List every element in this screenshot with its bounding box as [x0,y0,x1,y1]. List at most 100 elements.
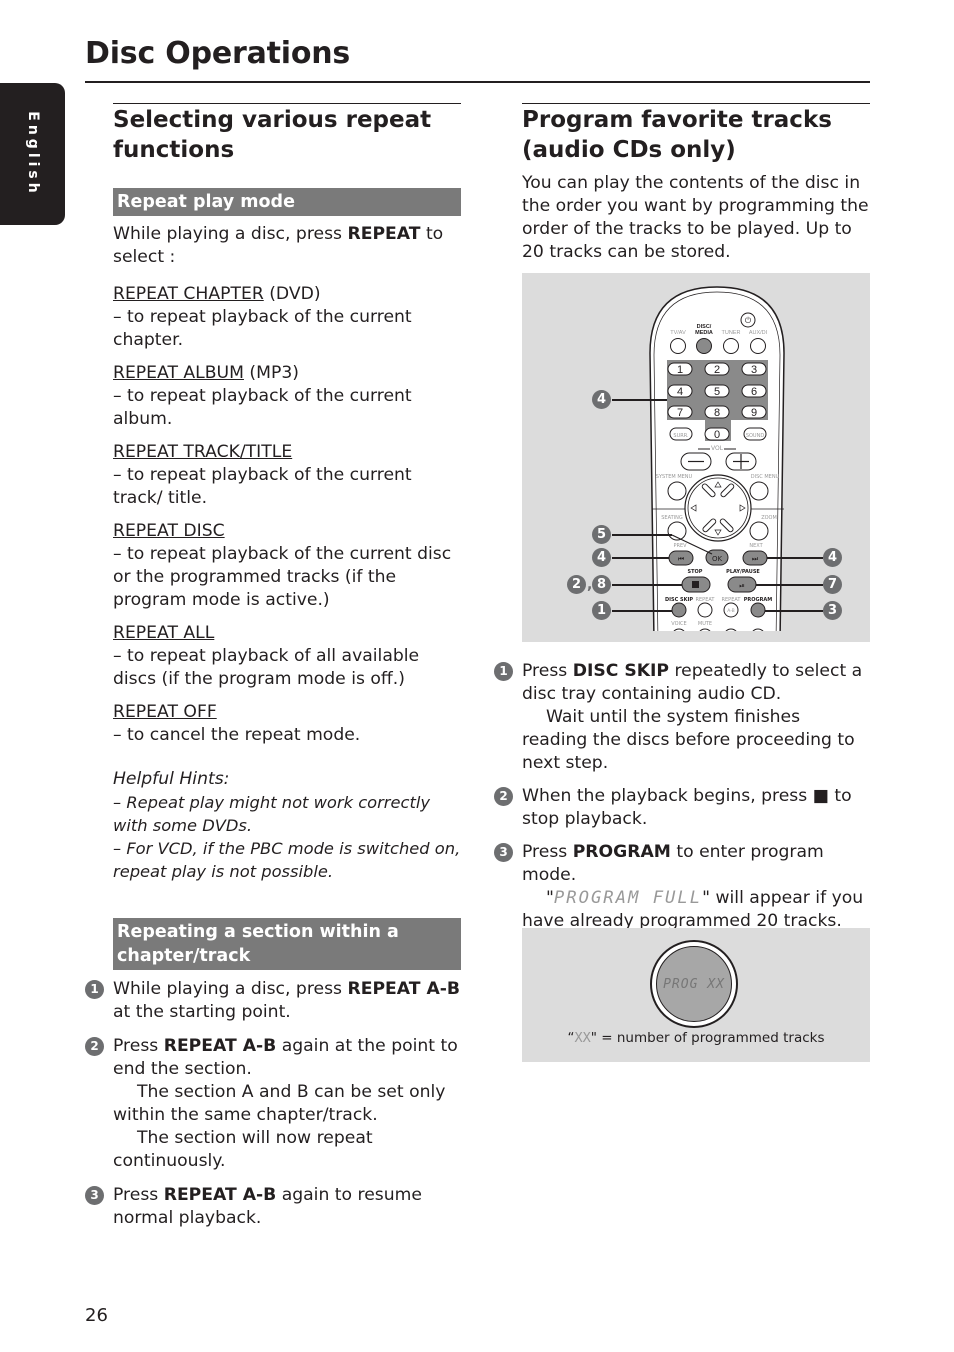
callout-badge: 4 [823,548,842,567]
step-note: Wait until the system finishes reading t… [522,707,855,773]
svg-text:MEDIA: MEDIA [695,330,713,336]
step-number-icon: 3 [85,1186,104,1205]
step-text: Press REPEAT A-B again at the point to e… [113,1036,458,1079]
step-number-icon: 3 [494,843,513,862]
label-mute: MUTE [698,621,712,627]
repeat-option-name: REPEAT DISC [113,521,225,541]
step-item: 2 Press REPEAT A-B again at the point to … [85,1035,461,1173]
language-tab-label: English [25,111,41,197]
label-aux: AUX/DI [749,330,768,336]
repeat-button [697,602,713,618]
label-tuner: TUNER [722,330,741,336]
step-note: The section will now repeat continuously… [113,1128,373,1171]
label-vol: VOL [711,445,724,452]
label-repeatab: REPEAT [722,597,742,603]
label-voice: VOICE [671,621,686,627]
callout-badge: 5 [592,525,611,544]
label-ok: OK [712,555,723,563]
section-heading-repeat: Selecting various repeat functions [113,107,432,163]
label-discskip: DISC SKIP [665,597,693,603]
tuner-button [723,338,739,354]
step-note: The section A and B can be set only with… [113,1082,446,1125]
digit-label: 8 [714,407,720,419]
repeat-option: REPEAT ALL – to repeat playback of all av… [113,622,461,691]
hint-item: – Repeat play might not work correctly w… [113,793,430,835]
label-ab: A-B [727,608,735,614]
step-item: 3 Press REPEAT A-B again to resume normal… [85,1184,461,1230]
label-prev: PREV [673,543,687,549]
svg-text:⏻: ⏻ [745,316,752,325]
program-intro: You can play the contents of the disc in… [522,173,869,262]
tv-av-button [670,338,686,354]
step-number-icon: 1 [85,980,104,999]
program-button [750,602,766,618]
section-heading-program: Program favorite tracks (audio CDs only) [522,107,832,163]
label-sysmenu: SYSTEM MENU [656,474,693,480]
label-play: PLAY/PAUSE [726,569,760,575]
display-caption: “XX" = number of programmed tracks [567,1030,825,1046]
label-sound: SOUND [746,433,765,439]
display-screen: PROG XX [656,946,732,1022]
language-tab: English [0,83,65,225]
repeat-option-desc: – to repeat playback of the current disc… [113,544,452,610]
repeat-option: REPEAT OFF – to cancel the repeat mode. [113,701,461,747]
aux-di-button [750,338,766,354]
digit-label: 4 [677,386,683,398]
repeat-option-name: REPEAT TRACK/TITLE [113,442,293,462]
label-stop: STOP [688,569,703,575]
repeat-option-name: REPEAT OFF [113,702,217,722]
step-item: 1 Press DISC SKIP repeatedly to select a … [494,660,870,775]
title-divider [85,81,870,83]
program-steps: 1 Press DISC SKIP repeatedly to select a … [494,660,870,933]
repeat-option: REPEAT DISC – to repeat playback of the c… [113,520,461,612]
step-text: Press REPEAT A-B again to resume normal … [113,1185,422,1228]
page-number: 26 [85,1305,108,1326]
svg-text:⏭: ⏭ [752,555,759,563]
subsection-bar-repeat-play-mode: Repeat play mode [113,188,461,216]
right-column: Program favorite tracks (audio CDs only)… [522,103,870,264]
page-title: Disc Operations [85,36,351,71]
repeat-option-name: REPEAT ALL [113,623,215,643]
repeat-option: REPEAT TRACK/TITLE – to repeat playback o… [113,441,461,510]
label-discmenu: DISC MENU [751,474,780,480]
step-text: Press DISC SKIP repeatedly to select a d… [522,661,863,704]
left-column: Selecting various repeat functions Repea… [85,103,461,1230]
step-item: 3 Press PROGRAM to enter program mode. "PR… [494,841,870,933]
label-seating: SEATING [661,515,683,521]
repeat-option-name: REPEAT ALBUM (MP3) [113,363,299,383]
step-text: When the playback begins, press ■ to sto… [522,786,852,829]
digit-label: 2 [714,364,720,376]
helpful-hints: Helpful Hints: – Repeat play might not w… [113,768,461,883]
step-text: Press PROGRAM to enter program mode. [522,842,824,885]
repeat-option-desc: – to repeat playback of the current trac… [113,465,412,508]
step-number-icon: 2 [494,787,513,806]
step-text: While playing a disc, press REPEAT A-B a… [113,979,460,1022]
label-surr: SURR. [673,433,689,439]
step-item: 2 When the playback begins, press ■ to st… [494,785,870,831]
label-next: NEXT [749,543,763,549]
step-item: 1 While playing a disc, press REPEAT A-B … [85,978,461,1024]
callout-badge: 8 [592,575,611,594]
label-repeat: REPEAT [696,597,716,603]
display-ring: PROG XX [650,940,738,1028]
digit-label: 5 [714,386,720,398]
repeat-option-desc: – to repeat playback of all available di… [113,646,420,689]
repeat-option-desc: – to repeat playback of the current albu… [113,386,412,429]
digit-label: 0 [714,429,720,441]
repeat-option-desc: – to repeat playback of the current chap… [113,307,412,350]
digit-label: 9 [751,407,757,419]
label-zoom: ZOOM [761,515,777,521]
digit-label: 3 [751,364,757,376]
hints-title: Helpful Hints: [113,769,230,789]
lcd-message: PROGRAM FULL [553,888,703,908]
disc-skip-button [671,602,687,618]
step-number-icon: 2 [85,1037,104,1056]
step-number-icon: 1 [494,662,513,681]
repeat-ab-steps: 1 While playing a disc, press REPEAT A-B … [85,978,461,1230]
remote-control-figure: ⏻ TV/AV DISC/ MEDIA TUNER AUX/DI 1234567… [522,273,870,642]
repeat-options-list: REPEAT CHAPTER (DVD) – to repeat playback… [113,283,461,747]
callout-badge: 4 [592,548,611,567]
repeat-option-name: REPEAT CHAPTER (DVD) [113,284,321,304]
label-program: PROGRAM [744,597,773,603]
label-tvav: TV/AV [670,330,686,336]
